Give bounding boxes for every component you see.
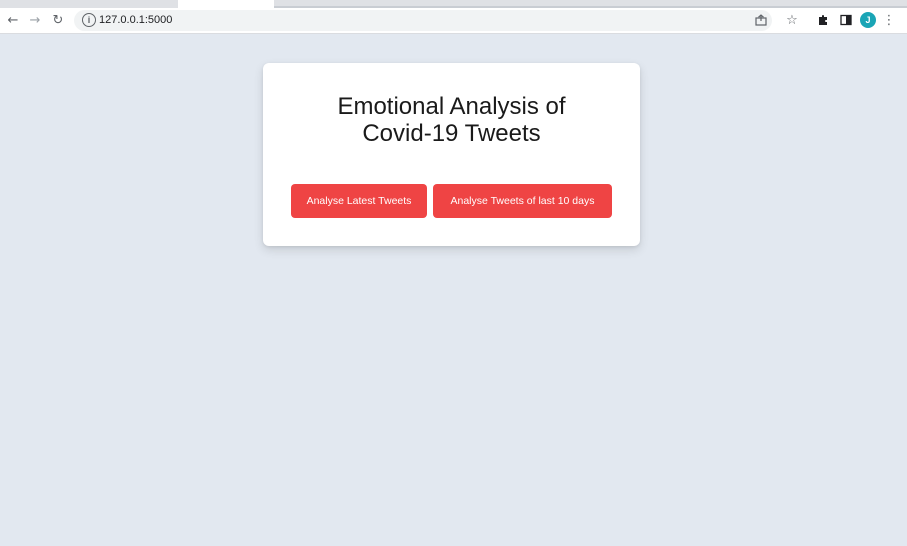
tab-strip	[0, 0, 907, 8]
bookmark-star-icon[interactable]: ☆	[783, 11, 801, 29]
reload-icon[interactable]: ↻	[49, 11, 67, 29]
extensions-puzzle-icon[interactable]	[814, 11, 832, 29]
title-line-2: Covid-19 Tweets	[362, 120, 541, 147]
analyse-last-10-days-button[interactable]: Analyse Tweets of last 10 days	[433, 184, 612, 218]
info-icon[interactable]: i	[82, 13, 96, 27]
forward-arrow-icon[interactable]: →	[26, 11, 44, 29]
active-tab[interactable]	[178, 0, 274, 8]
side-panel-icon-glyph	[840, 14, 852, 26]
back-arrow-icon[interactable]: ←	[4, 11, 22, 29]
page-title: Emotional Analysis of Covid-19 Tweets	[263, 93, 640, 147]
share-icon-glyph	[755, 14, 767, 26]
profile-avatar[interactable]: J	[860, 12, 876, 28]
address-bar[interactable]: i 127.0.0.1:5000	[74, 10, 772, 31]
puzzle-icon-glyph	[819, 15, 827, 25]
browser-toolbar: ← → ↻ i 127.0.0.1:5000 ☆ J ⋮	[0, 8, 907, 34]
side-panel-icon[interactable]	[837, 11, 855, 29]
title-line-1: Emotional Analysis of	[337, 93, 566, 120]
share-icon[interactable]	[752, 11, 770, 29]
analyse-latest-tweets-button[interactable]: Analyse Latest Tweets	[291, 184, 427, 218]
analysis-card: Emotional Analysis of Covid-19 Tweets An…	[263, 63, 640, 246]
kebab-menu-icon[interactable]: ⋮	[880, 11, 898, 29]
url-text[interactable]: 127.0.0.1:5000	[99, 14, 172, 26]
